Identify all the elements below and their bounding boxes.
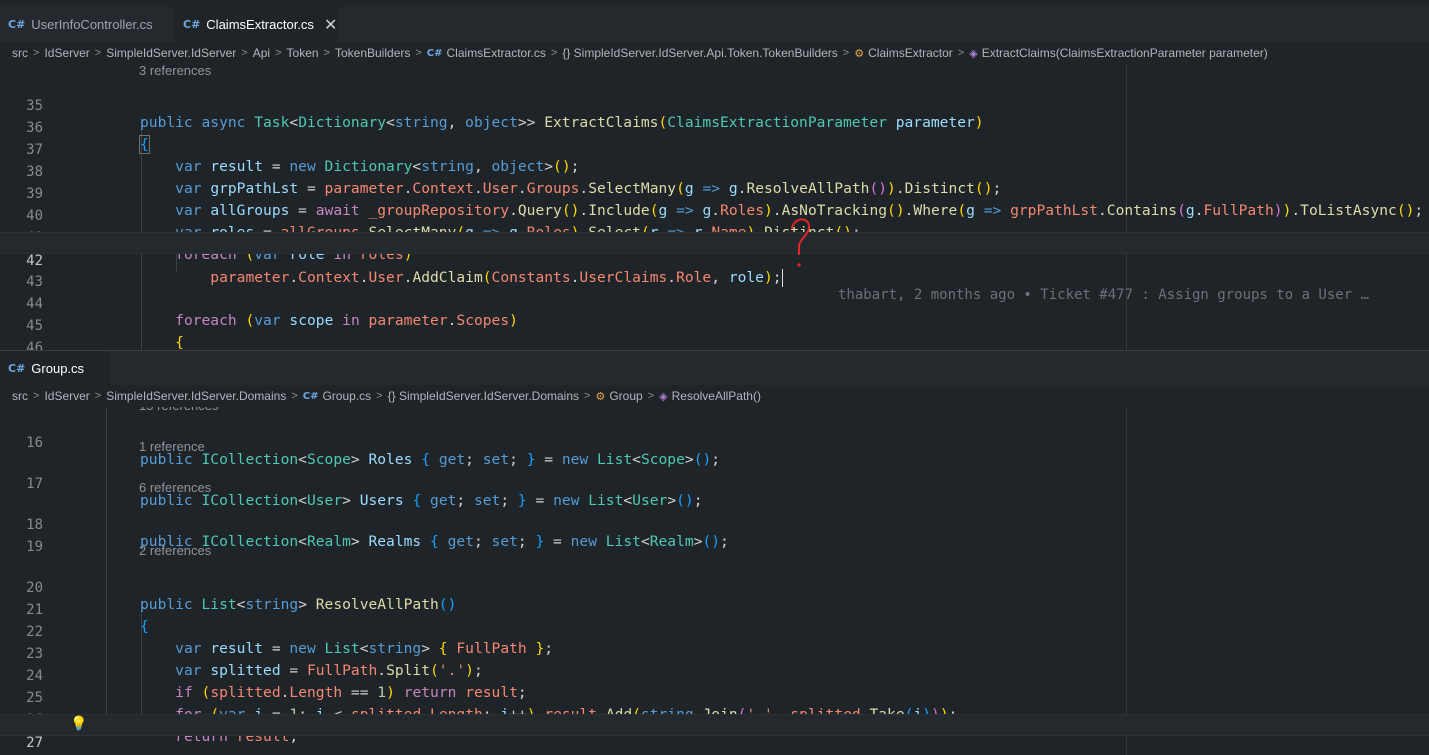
breadcrumb-item[interactable]: Group.cs: [322, 389, 371, 403]
code-line: 25 for (var i = 1; i < splitted.Length; …: [26, 690, 957, 723]
code-line: 23 var splitted = FullPath.Split('.');: [26, 646, 483, 679]
code-line: 22 var result = new List<string> { FullP…: [26, 624, 554, 657]
close-icon[interactable]: ✕: [324, 15, 337, 35]
codelens-references[interactable]: 2 references: [139, 541, 211, 561]
code-line: 39 var allGroups = await _groupRepositor…: [26, 186, 1424, 219]
csharp-file-icon: C#: [8, 18, 26, 31]
method-icon: ◈: [969, 47, 978, 60]
code-line: 24 if (splitted.Length == 1) return resu…: [26, 668, 527, 701]
top-editor[interactable]: 3 references 35 public async Task<Dictio…: [0, 64, 1429, 350]
breadcrumb-item[interactable]: ResolveAllPath(): [672, 389, 761, 403]
code-line: 43: [26, 274, 43, 290]
code-line: 36 {: [26, 120, 150, 154]
tab-userinfocontroller[interactable]: C# UserInfoController.cs: [0, 7, 174, 42]
breadcrumb-item[interactable]: ClaimsExtractor.cs: [447, 46, 546, 60]
breadcrumb-item[interactable]: {} SimpleIdServer.IdServer.Api.Token.Tok…: [562, 46, 837, 60]
code-line: 20 public List<string> ResolveAllPath(): [26, 580, 457, 613]
breadcrumb-item[interactable]: ExtractClaims(ClaimsExtractionParameter …: [982, 46, 1268, 60]
code-line: 45 {: [26, 318, 184, 350]
top-tab-bar: C# UserInfoController.cs C# ClaimsExtrac…: [0, 7, 1429, 42]
breadcrumb: src > IdServer > SimpleIdServer.IdServer.D…: [0, 385, 1429, 407]
code-line: 35 public async Task<Dictionary<string, …: [26, 98, 984, 131]
code-line: 18 public ICollection<Realm> Realms { ge…: [26, 517, 729, 550]
lightbulb-icon[interactable]: 💡: [70, 716, 87, 732]
code-line: 21 {: [26, 602, 149, 635]
csharp-file-icon: C#: [302, 390, 319, 402]
class-icon: ⚙: [854, 47, 865, 60]
method-icon: ◈: [659, 390, 668, 403]
tab-label: UserInfoController.cs: [31, 17, 153, 32]
codelens-references[interactable]: 1 reference: [139, 437, 205, 457]
code-line: 44 foreach (var scope in parameter.Scope…: [26, 296, 518, 329]
bottom-editor[interactable]: 15 references 16 public ICollection<Scop…: [0, 407, 1429, 755]
breadcrumb-item[interactable]: SimpleIdServer.IdServer: [106, 46, 236, 60]
question-mark-annotation: [791, 218, 811, 267]
code-line: 37 var result = new Dictionary<string, o…: [26, 142, 580, 175]
code-line: 40 var roles = allGroups.SelectMany(g =>…: [26, 208, 861, 241]
csharp-file-icon: C#: [183, 18, 201, 31]
code-line: 26 return result;: [26, 712, 299, 745]
breadcrumb: src > IdServer > SimpleIdServer.IdServer > …: [0, 42, 1429, 64]
breadcrumb-item[interactable]: TokenBuilders: [335, 46, 410, 60]
breadcrumb-item[interactable]: {} SimpleIdServer.IdServer.Domains: [388, 389, 579, 403]
bottom-tab-bar: C# Group.cs: [0, 351, 1429, 386]
code-line: 16 public ICollection<Scope> Roles { get…: [26, 435, 721, 468]
codelens-references[interactable]: 6 references: [139, 478, 211, 498]
breadcrumb-item[interactable]: Token: [287, 46, 319, 60]
code-line: 17 public ICollection<User> Users { get;…: [26, 476, 703, 509]
current-line: 27 💡 }: [0, 714, 1429, 751]
code-line: 28 }: [0, 736, 1429, 755]
csharp-file-icon: C#: [426, 47, 443, 59]
code-line: 47 foreach (var scopeClaim in scope.Clai…: [0, 342, 1429, 350]
code-line: 19: [26, 539, 43, 555]
tab-group[interactable]: C# Group.cs: [0, 351, 110, 386]
csharp-file-icon: C#: [8, 362, 26, 375]
tab-label: ClaimsExtractor.cs: [206, 17, 314, 32]
code-line: 38 var grpPathLst = parameter.Context.Us…: [26, 164, 1002, 197]
tab-claimsextractor[interactable]: C# ClaimsExtractor.cs ✕: [175, 7, 337, 42]
breadcrumb-item[interactable]: IdServer: [44, 389, 89, 403]
current-line: 42 parameter.Context.User.AddClaim(Const…: [0, 232, 1429, 303]
breadcrumb-item[interactable]: IdServer: [44, 46, 89, 60]
breadcrumb-item[interactable]: SimpleIdServer.IdServer.Domains: [106, 389, 286, 403]
tab-label: Group.cs: [31, 361, 85, 376]
code-line: 46 if (scope.Protocol != parameter.Proto…: [26, 340, 43, 350]
breadcrumb-item[interactable]: src: [12, 389, 28, 403]
breadcrumb-item[interactable]: src: [12, 46, 28, 60]
code-line: 41 foreach (var role in roles): [26, 230, 413, 263]
breadcrumb-item[interactable]: Group: [609, 389, 642, 403]
breadcrumb-item[interactable]: ClaimsExtractor: [868, 46, 953, 60]
breadcrumb-item[interactable]: Api: [253, 46, 270, 60]
class-icon: ⚙: [595, 390, 606, 403]
